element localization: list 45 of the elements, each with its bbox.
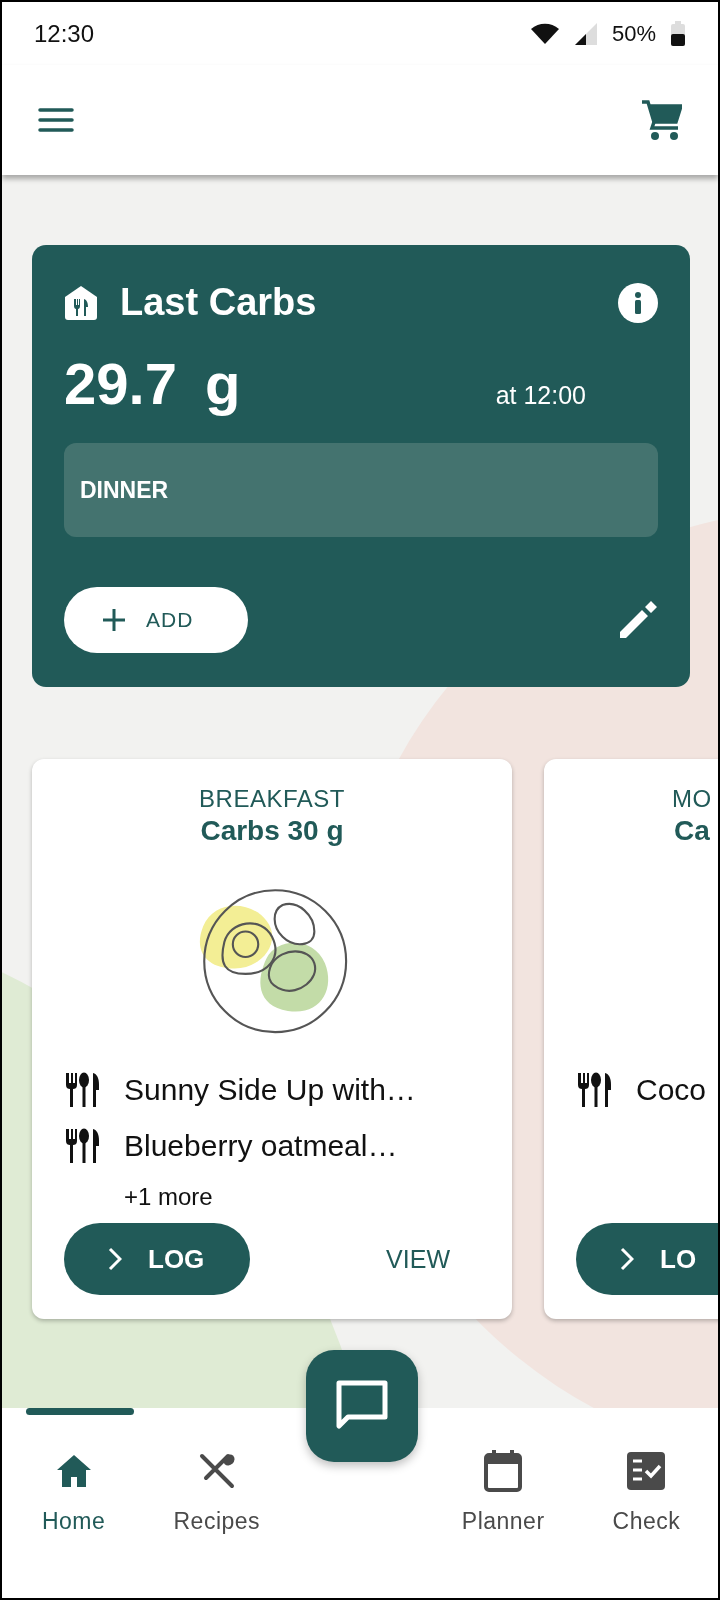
chat-button[interactable] xyxy=(306,1350,418,1462)
cart-button[interactable] xyxy=(640,99,682,141)
meal-item: Coco xyxy=(636,1073,707,1107)
nav-tab[interactable]: Recipes xyxy=(145,1428,289,1538)
cart-icon xyxy=(640,99,682,141)
battery-percent: 50% xyxy=(611,20,656,47)
more-count: +1 more xyxy=(124,1183,214,1211)
meal-item: Sunny Side Up with… xyxy=(124,1073,416,1107)
cutlery-icon xyxy=(64,1071,102,1109)
carbs-amount: 29.7 xyxy=(64,350,177,417)
chevron-right-icon xyxy=(108,1247,122,1271)
nav-tab[interactable]: Check xyxy=(574,1428,718,1538)
meal-name: DINNER xyxy=(80,476,169,504)
meal-carbs: Ca xyxy=(674,815,710,847)
signal-icon xyxy=(573,21,598,46)
cutlery-icon xyxy=(576,1071,614,1109)
meal-category: MO xyxy=(672,785,712,813)
edit-button[interactable] xyxy=(618,600,658,640)
fork-spoon-icon xyxy=(197,1452,236,1490)
info-icon xyxy=(618,282,658,323)
restaurant-icon xyxy=(64,284,98,321)
card-title: Last Carbs xyxy=(120,281,317,324)
plus-icon xyxy=(102,608,126,632)
log-button[interactable]: LOG xyxy=(64,1223,250,1295)
log-button[interactable]: LO xyxy=(576,1223,718,1295)
carbs-unit: g xyxy=(204,350,241,417)
status-time: 12:30 xyxy=(34,19,95,48)
meal-category: BREAKFAST xyxy=(199,785,345,813)
nav-tab[interactable]: Planner xyxy=(431,1428,575,1538)
view-button[interactable]: VIEW xyxy=(382,1240,454,1278)
meal-item: Blueberry oatmeal… xyxy=(124,1129,398,1163)
meal-carbs: Carbs 30 g xyxy=(200,815,344,847)
checklist-icon xyxy=(626,1451,667,1491)
cutlery-icon xyxy=(64,1127,102,1165)
battery-icon xyxy=(670,20,686,47)
menu-button[interactable] xyxy=(38,107,74,133)
chevron-right-icon xyxy=(620,1247,634,1271)
menu-icon xyxy=(38,107,74,133)
pencil-icon xyxy=(618,600,658,640)
carbs-time: at 12:00 xyxy=(495,381,586,410)
add-button[interactable]: ADD xyxy=(64,587,248,653)
info-button[interactable] xyxy=(618,282,658,323)
calendar-icon xyxy=(483,1449,524,1493)
nav-tab[interactable]: Home xyxy=(2,1428,146,1538)
wifi-icon xyxy=(529,22,560,45)
